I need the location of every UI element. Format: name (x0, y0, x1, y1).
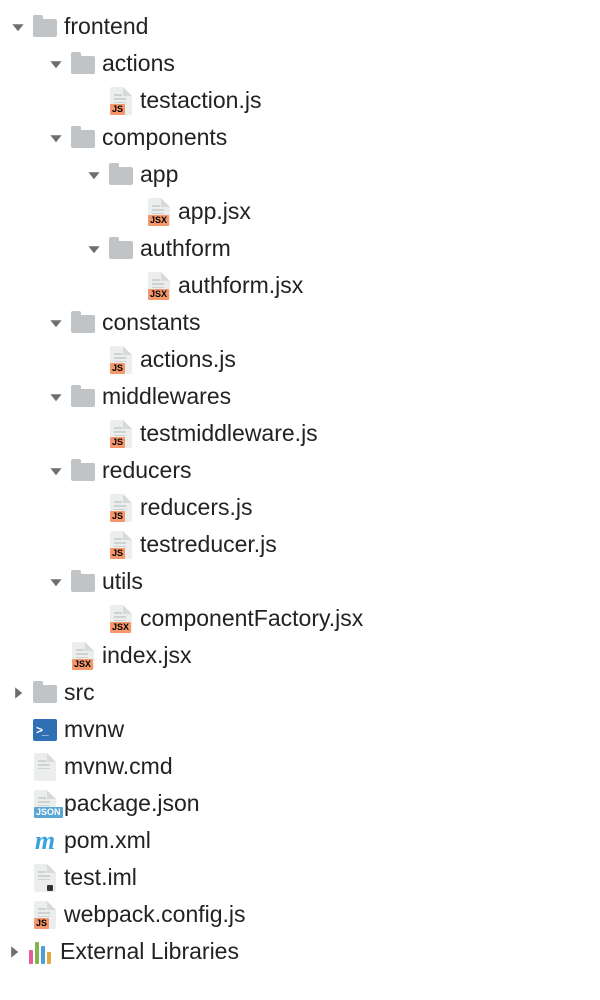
tree-item-label: reducers (102, 457, 191, 484)
disclosure-triangle-open-icon[interactable] (46, 313, 66, 333)
tree-item-label: components (102, 124, 227, 151)
tree-item-label: index.jsx (102, 642, 191, 669)
tree-row[interactable]: constants (4, 304, 596, 341)
tree-item-label: src (64, 679, 95, 706)
tree-item-label: mvnw (64, 716, 124, 743)
tree-row[interactable]: components (4, 119, 596, 156)
js-file-icon: JS (108, 530, 134, 560)
tree-row[interactable]: JSXapp.jsx (4, 193, 596, 230)
folder-icon (108, 234, 134, 264)
tree-row[interactable]: middlewares (4, 378, 596, 415)
tree-item-label: app (140, 161, 178, 188)
tree-item-label: authform.jsx (178, 272, 303, 299)
tree-item-label: constants (102, 309, 200, 336)
tree-row[interactable]: mvnw.cmd (4, 748, 596, 785)
tree-row[interactable]: JStestaction.js (4, 82, 596, 119)
tree-row[interactable]: JSXindex.jsx (4, 637, 596, 674)
folder-icon (70, 123, 96, 153)
folder-icon (70, 308, 96, 338)
tree-row[interactable]: app (4, 156, 596, 193)
tree-item-label: mvnw.cmd (64, 753, 173, 780)
tree-item-label: utils (102, 568, 143, 595)
disclosure-triangle-open-icon[interactable] (46, 461, 66, 481)
disclosure-triangle-closed-icon[interactable] (4, 942, 24, 962)
tree-row[interactable]: JSactions.js (4, 341, 596, 378)
tree-row[interactable]: External Libraries (4, 933, 596, 970)
folder-icon (70, 456, 96, 486)
iml-file-icon (32, 863, 58, 893)
tree-item-label: actions.js (140, 346, 236, 373)
json-file-icon: JSON (32, 789, 58, 819)
tree-item-label: pom.xml (64, 827, 151, 854)
shell-script-icon (32, 715, 58, 745)
tree-row[interactable]: authform (4, 230, 596, 267)
tree-item-label: middlewares (102, 383, 231, 410)
jsx-file-icon: JSX (70, 641, 96, 671)
tree-item-label: testreducer.js (140, 531, 277, 558)
text-file-icon (32, 752, 58, 782)
folder-icon (108, 160, 134, 190)
disclosure-triangle-open-icon[interactable] (46, 572, 66, 592)
js-file-icon: JS (108, 419, 134, 449)
tree-row[interactable]: frontend (4, 8, 596, 45)
tree-item-label: app.jsx (178, 198, 251, 225)
folder-icon (70, 49, 96, 79)
tree-item-label: testaction.js (140, 87, 261, 114)
tree-item-label: package.json (64, 790, 200, 817)
jsx-file-icon: JSX (108, 604, 134, 634)
tree-item-label: authform (140, 235, 231, 262)
tree-item-label: testmiddleware.js (140, 420, 318, 447)
disclosure-triangle-closed-icon[interactable] (8, 683, 28, 703)
js-file-icon: JS (108, 493, 134, 523)
disclosure-triangle-open-icon[interactable] (84, 165, 104, 185)
disclosure-triangle-open-icon[interactable] (84, 239, 104, 259)
tree-item-label: actions (102, 50, 175, 77)
js-file-icon: JS (108, 86, 134, 116)
jsx-file-icon: JSX (146, 197, 172, 227)
tree-row[interactable]: mvnw (4, 711, 596, 748)
tree-row[interactable]: test.iml (4, 859, 596, 896)
tree-row[interactable]: JSwebpack.config.js (4, 896, 596, 933)
maven-icon (32, 826, 58, 856)
tree-row[interactable]: JStestmiddleware.js (4, 415, 596, 452)
tree-row[interactable]: actions (4, 45, 596, 82)
folder-icon (70, 567, 96, 597)
disclosure-triangle-open-icon[interactable] (8, 17, 28, 37)
tree-item-label: test.iml (64, 864, 137, 891)
library-icon (28, 937, 54, 967)
folder-icon (32, 678, 58, 708)
disclosure-triangle-open-icon[interactable] (46, 128, 66, 148)
tree-item-label: componentFactory.jsx (140, 605, 363, 632)
tree-row[interactable]: reducers (4, 452, 596, 489)
js-file-icon: JS (108, 345, 134, 375)
tree-row[interactable]: JStestreducer.js (4, 526, 596, 563)
js-file-icon: JS (32, 900, 58, 930)
tree-item-label: webpack.config.js (64, 901, 246, 928)
folder-icon (32, 12, 58, 42)
disclosure-triangle-open-icon[interactable] (46, 54, 66, 74)
tree-row[interactable]: JSXauthform.jsx (4, 267, 596, 304)
project-tree: frontendactionsJStestaction.jscomponents… (0, 0, 600, 978)
jsx-file-icon: JSX (146, 271, 172, 301)
tree-row[interactable]: src (4, 674, 596, 711)
tree-row[interactable]: JSONpackage.json (4, 785, 596, 822)
tree-row[interactable]: JSreducers.js (4, 489, 596, 526)
tree-row[interactable]: utils (4, 563, 596, 600)
tree-item-label: reducers.js (140, 494, 252, 521)
tree-item-label: frontend (64, 13, 148, 40)
tree-row[interactable]: JSXcomponentFactory.jsx (4, 600, 596, 637)
tree-row[interactable]: pom.xml (4, 822, 596, 859)
tree-item-label: External Libraries (60, 938, 239, 965)
folder-icon (70, 382, 96, 412)
disclosure-triangle-open-icon[interactable] (46, 387, 66, 407)
